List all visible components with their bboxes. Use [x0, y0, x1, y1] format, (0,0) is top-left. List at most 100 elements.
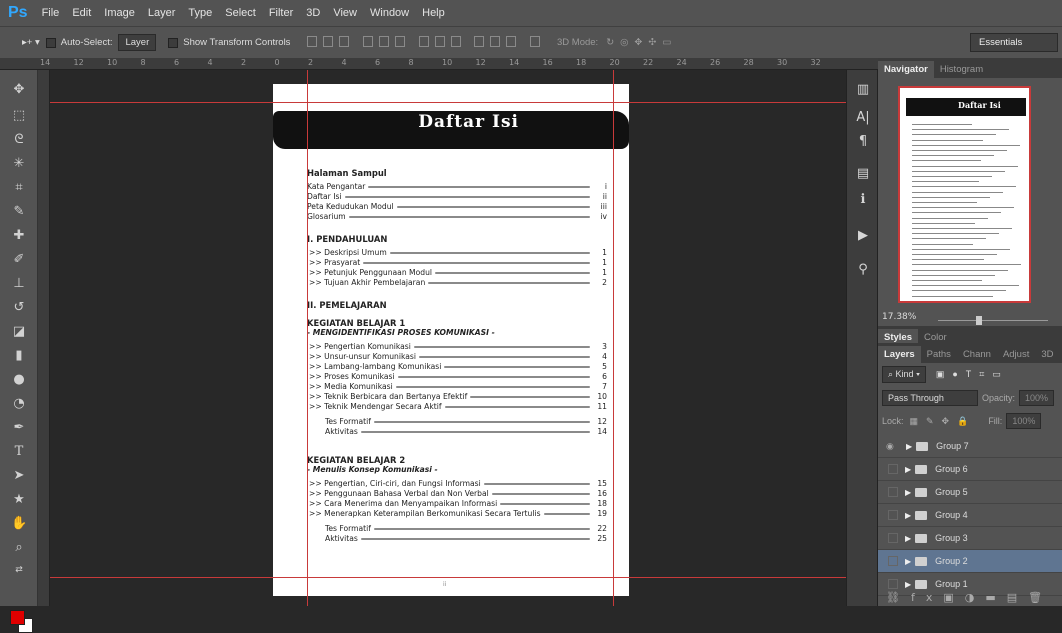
align-middle-icon[interactable]	[323, 35, 334, 47]
type-tool-icon[interactable]: T	[11, 444, 27, 460]
path-select-tool-icon[interactable]: ➤	[11, 468, 27, 484]
visibility-toggle[interactable]	[888, 533, 898, 543]
expand-arrow-icon[interactable]: ▶	[905, 580, 911, 589]
menu-image[interactable]: Image	[104, 7, 135, 19]
paragraph-icon[interactable]: ¶	[855, 134, 871, 150]
vertical-guide[interactable]	[613, 70, 614, 606]
layer-row[interactable]: ▶ Group 3	[878, 527, 1062, 550]
distribute-right-icon[interactable]	[506, 35, 517, 47]
move-tool-icon[interactable]: ▸+ ▾	[22, 37, 40, 48]
distribute-middle-icon[interactable]	[434, 35, 445, 47]
crop-tool-icon[interactable]: ⌗	[11, 180, 27, 196]
move-tool-icon[interactable]: ✥	[11, 82, 27, 98]
menu-file[interactable]: File	[42, 7, 60, 19]
auto-select-dropdown[interactable]: Layer	[118, 34, 157, 51]
expand-arrow-icon[interactable]: ▶	[905, 557, 911, 566]
vertical-guide[interactable]	[307, 70, 308, 606]
menu-help[interactable]: Help	[422, 7, 445, 19]
info-icon[interactable]: ℹ	[855, 192, 871, 208]
align-top-icon[interactable]	[307, 35, 318, 47]
blur-tool-icon[interactable]: ●	[11, 372, 27, 388]
gradient-tool-icon[interactable]: ▮	[11, 348, 27, 364]
visibility-toggle[interactable]	[888, 556, 898, 566]
align-bottom-icon[interactable]	[339, 35, 350, 47]
layer-row[interactable]: ▶ Group 5	[878, 481, 1062, 504]
history-icon[interactable]: ▥	[855, 82, 871, 98]
expand-arrow-icon[interactable]: ▶	[905, 534, 911, 543]
auto-align-icon[interactable]	[530, 35, 540, 47]
menu-view[interactable]: View	[333, 7, 357, 19]
zoom-slider-handle[interactable]	[976, 316, 982, 325]
healing-tool-icon[interactable]: ✚	[11, 228, 27, 244]
quick-select-tool-icon[interactable]: ✳	[11, 156, 27, 172]
menu-edit[interactable]: Edit	[72, 7, 91, 19]
align-left-icon[interactable]	[363, 35, 374, 47]
align-center-icon[interactable]	[379, 35, 390, 47]
visibility-toggle[interactable]	[888, 464, 898, 474]
brush-tool-icon[interactable]: ✐	[11, 252, 27, 268]
lasso-tool-icon[interactable]: ᘓ	[11, 132, 27, 148]
zoom-level[interactable]: 17.38%	[882, 312, 916, 322]
lock-icons[interactable]: ▦✎✥🔒	[910, 416, 977, 427]
layer-row[interactable]: ▶ Group 2	[878, 550, 1062, 573]
expand-arrow-icon[interactable]: ▶	[905, 511, 911, 520]
horizontal-guide[interactable]	[50, 577, 846, 578]
visibility-toggle[interactable]	[888, 487, 898, 497]
hand-tool-icon[interactable]: ✋	[11, 516, 27, 532]
visibility-toggle[interactable]	[888, 579, 898, 589]
foreground-color-swatch[interactable]	[10, 610, 25, 625]
eraser-tool-icon[interactable]: ◪	[11, 324, 27, 340]
eyedropper-tool-icon[interactable]: ✎	[11, 204, 27, 220]
tab-adjustments[interactable]: Adjust	[997, 346, 1035, 363]
layer-row[interactable]: ▶ Group 6	[878, 458, 1062, 481]
expand-arrow-icon[interactable]: ▶	[905, 488, 911, 497]
marquee-tool-icon[interactable]: ⬚	[11, 108, 27, 124]
actions-play-icon[interactable]: ▶	[855, 228, 871, 244]
pen-tool-icon[interactable]: ✒	[11, 420, 27, 436]
shape-tool-icon[interactable]: ★	[11, 492, 27, 508]
align-right-icon[interactable]	[395, 35, 406, 47]
tab-paths[interactable]: Paths	[921, 346, 957, 363]
layer-row[interactable]: ▶ Group 4	[878, 504, 1062, 527]
menu-window[interactable]: Window	[370, 7, 409, 19]
menu-type[interactable]: Type	[188, 7, 212, 19]
dodge-tool-icon[interactable]: ◔	[11, 396, 27, 412]
history-brush-icon[interactable]: ↺	[11, 300, 27, 316]
3d-mode-icons[interactable]: ↻◎✥✣▭	[606, 37, 677, 48]
character-icon[interactable]: A|	[855, 110, 871, 126]
layer-row[interactable]: ◉ ▶ Group 7	[878, 435, 1062, 458]
tab-3d[interactable]: 3D	[1035, 346, 1059, 363]
menu-3d[interactable]: 3D	[306, 7, 320, 19]
distribute-left-icon[interactable]	[474, 35, 485, 47]
zoom-slider[interactable]	[938, 320, 1048, 321]
horizontal-guide[interactable]	[50, 102, 846, 103]
filter-icons[interactable]: ▣●T⌗▭	[936, 369, 1009, 380]
show-transform-checkbox[interactable]	[168, 37, 179, 48]
swap-colors-icon[interactable]: ⇄	[11, 562, 27, 578]
fill-field[interactable]: 100%	[1006, 413, 1042, 429]
distribute-top-icon[interactable]	[418, 35, 429, 47]
navigator-thumbnail[interactable]: Daftar Isi	[898, 86, 1031, 303]
tab-navigator[interactable]: Navigator	[878, 61, 934, 78]
menu-filter[interactable]: Filter	[269, 7, 293, 19]
document-page[interactable]: Daftar Isi Halaman Sampul Kata Pengantar i…	[273, 84, 629, 596]
workspace-switcher[interactable]: Essentials	[970, 33, 1058, 52]
expand-arrow-icon[interactable]: ▶	[905, 465, 911, 474]
eye-icon[interactable]: ◉	[886, 441, 900, 452]
stamp-tool-icon[interactable]: ⊥	[11, 276, 27, 292]
tab-layers[interactable]: Layers	[878, 346, 921, 363]
menu-layer[interactable]: Layer	[148, 7, 176, 19]
tool-presets-icon[interactable]: ⚲	[855, 262, 871, 278]
visibility-toggle[interactable]	[888, 510, 898, 520]
swatches-icon[interactable]: ▤	[855, 166, 871, 182]
blend-mode-dropdown[interactable]: Pass Through	[882, 390, 978, 406]
layers-footer-icons[interactable]: ⛓fx▣◑▬▤🗑	[886, 591, 1053, 604]
kind-filter-dropdown[interactable]: ⌕ Kind ▾	[882, 366, 926, 383]
opacity-field[interactable]: 100%	[1019, 390, 1055, 406]
tab-histogram[interactable]: Histogram	[934, 61, 989, 78]
distribute-center-icon[interactable]	[490, 35, 501, 47]
zoom-tool-icon[interactable]: ⌕	[11, 540, 27, 556]
auto-select-checkbox[interactable]	[45, 37, 56, 48]
expand-arrow-icon[interactable]: ▶	[906, 442, 912, 451]
tab-channels[interactable]: Chann	[957, 346, 997, 363]
